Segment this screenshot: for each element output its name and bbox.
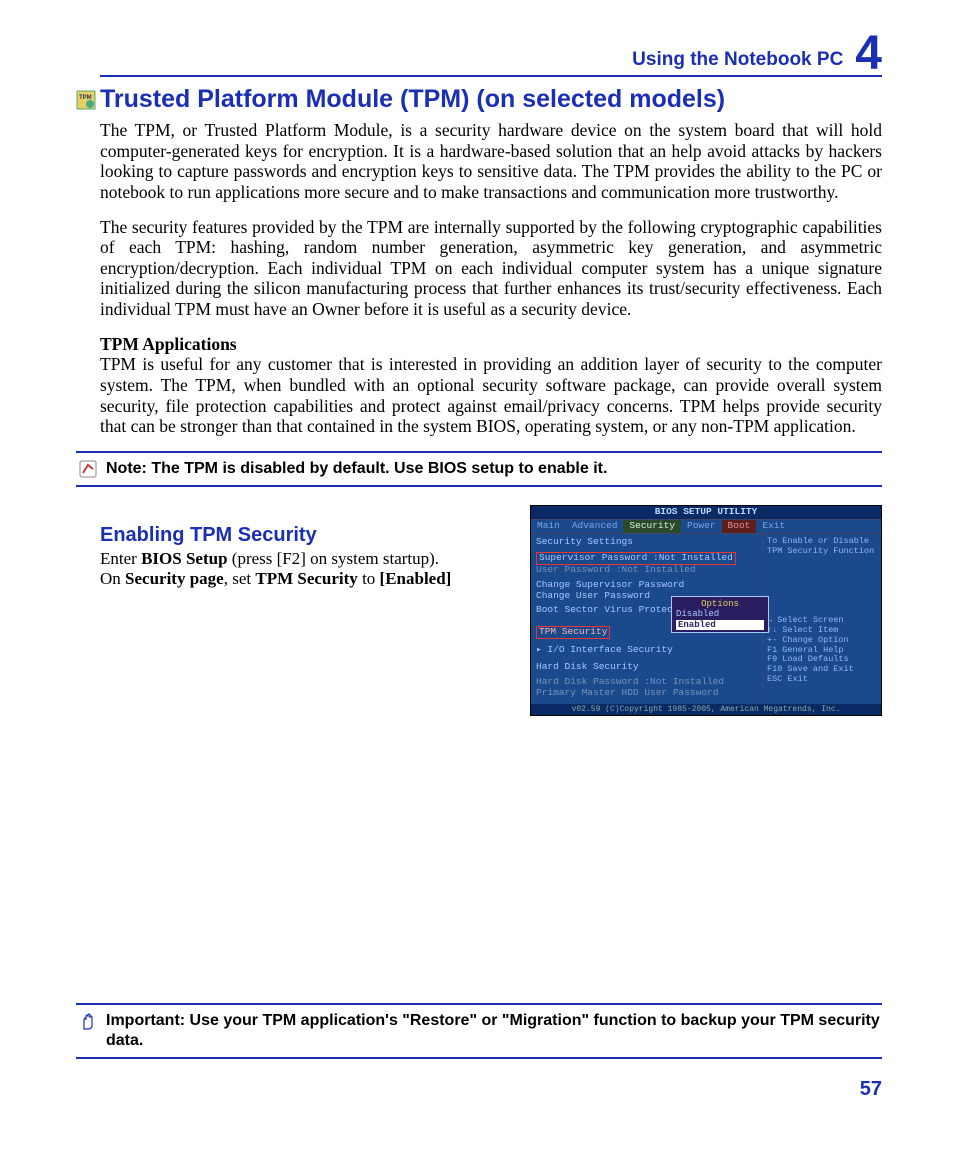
step-2: On Security page, set TPM Security to [E…: [100, 569, 510, 589]
bios-left-pane: Security Settings Supervisor Password :N…: [531, 534, 762, 704]
section-title: Using the Notebook PC: [632, 49, 843, 75]
popup-header: Options: [676, 599, 764, 609]
t: to: [358, 569, 380, 588]
enable-section: Enabling TPM Security Enter BIOS Setup (…: [100, 505, 882, 716]
paragraph-features: The security features provided by the TP…: [100, 217, 882, 320]
bios-tab-boot: Boot: [722, 520, 757, 533]
bios-options-popup: Options Disabled Enabled: [671, 596, 769, 633]
security-page-label: Security page: [125, 569, 224, 588]
chapter-number: 4: [855, 34, 882, 75]
bios-chg-sup: Change Supervisor Password: [536, 580, 757, 591]
bios-tab-main: Main: [531, 520, 566, 533]
enabled-label: [Enabled]: [380, 569, 452, 588]
paragraph-intro: The TPM, or Trusted Platform Module, is …: [100, 120, 882, 203]
page: Using the Notebook PC 4 TPM Trusted Plat…: [0, 0, 954, 1155]
note-text: Note: The TPM is disabled by default. Us…: [106, 460, 607, 478]
bios-usr-pwd: User Password :Not Installed: [536, 565, 757, 576]
bios-right-pane: To Enable or Disable TPM Security Functi…: [762, 534, 881, 704]
bios-help-title: To Enable or Disable TPM Security Functi…: [767, 537, 877, 557]
t: On: [100, 569, 125, 588]
tpm-icon: TPM: [76, 90, 96, 110]
bios-tab-security: Security: [623, 520, 681, 533]
bios-footer: v02.59 (C)Copyright 1985-2005, American …: [531, 704, 881, 715]
t: (press [F2] on system startup).: [228, 549, 440, 568]
note-icon: [78, 459, 98, 479]
bios-tpm-security: TPM Security: [536, 626, 610, 639]
t: , set: [224, 569, 256, 588]
key-g: ESC Exit: [767, 675, 877, 685]
bios-body: Security Settings Supervisor Password :N…: [531, 534, 881, 704]
bios-tab-advanced: Advanced: [566, 520, 624, 533]
bios-tab-exit: Exit: [756, 520, 791, 533]
title-row: TPM Trusted Platform Module (TPM) (on se…: [76, 85, 882, 114]
bios-tabs: Main Advanced Security Power Boot Exit: [531, 519, 881, 534]
t: Enter: [100, 549, 141, 568]
note-box: Note: The TPM is disabled by default. Us…: [76, 451, 882, 487]
popup-disabled: Disabled: [676, 609, 764, 619]
bios-io-security: ▸ I/O Interface Security: [536, 645, 757, 656]
step-1: Enter BIOS Setup (press [F2] on system s…: [100, 549, 510, 569]
applications-body: TPM is useful for any customer that is i…: [100, 354, 882, 436]
enable-text-column: Enabling TPM Security Enter BIOS Setup (…: [100, 505, 510, 590]
bios-hd-security: Hard Disk Security: [536, 662, 757, 673]
bios-tab-power: Power: [681, 520, 722, 533]
hand-stop-icon: [78, 1011, 98, 1031]
bios-title: BIOS SETUP UTILITY: [531, 506, 881, 519]
bios-pm-pwd: Primary Master HDD User Password: [536, 688, 757, 699]
tpm-security-label: TPM Security: [255, 569, 357, 588]
page-title: Trusted Platform Module (TPM) (on select…: [100, 85, 725, 114]
bios-sup-pwd: Supervisor Password :Not Installed: [536, 552, 736, 565]
bios-setup-label: BIOS Setup: [141, 549, 227, 568]
subheading-applications: TPM Applications: [100, 334, 882, 355]
bios-screenshot: BIOS SETUP UTILITY Main Advanced Securit…: [530, 505, 882, 716]
important-text: Important: Use your TPM application's "R…: [106, 1011, 880, 1051]
popup-enabled: Enabled: [676, 620, 764, 630]
important-box: Important: Use your TPM application's "R…: [76, 1003, 882, 1059]
paragraph-applications: TPM Applications TPM is useful for any c…: [100, 334, 882, 437]
page-number: 57: [860, 1078, 882, 1101]
bios-sec-heading: Security Settings: [536, 537, 757, 548]
page-header: Using the Notebook PC 4: [100, 30, 882, 77]
enable-heading: Enabling TPM Security: [100, 523, 510, 547]
